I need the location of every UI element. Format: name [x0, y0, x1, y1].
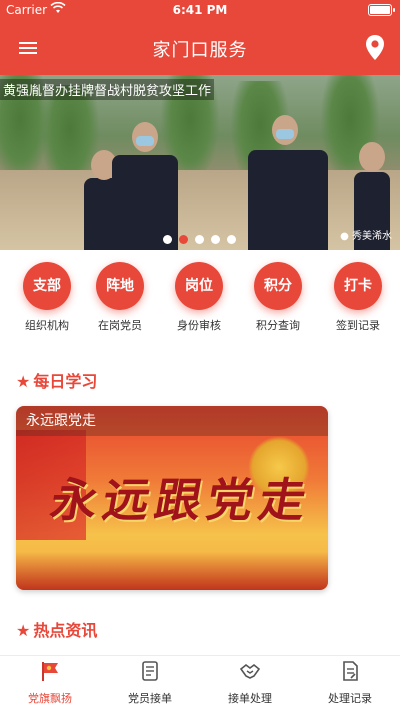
tab-label: 党员接单	[128, 692, 172, 705]
battery-icon	[368, 4, 395, 16]
banner-caption: 黄强胤督办挂牌督战村脱贫攻坚工作	[0, 79, 215, 100]
quick-actions: 支部 组织机构 阵地 在岗党员 岗位 身份审核 积分 积分查询 打卡 签到记录	[0, 250, 400, 340]
tab-label: 党旗飘扬	[28, 692, 72, 705]
quick-action-label: 签到记录	[336, 319, 380, 332]
hot-news-heading: ★ 热点资讯	[16, 617, 97, 641]
quick-action-label: 组织机构	[25, 319, 69, 332]
status-bar: Carrier 6:41 PM	[0, 0, 400, 22]
carousel-dot[interactable]	[179, 235, 188, 244]
section-title: 热点资讯	[33, 621, 98, 640]
bottom-tab-bar: 党旗飘扬 党员接单 接单处理 处理记录	[0, 655, 400, 711]
news-list-peek	[16, 646, 346, 652]
card-decoration	[16, 552, 328, 590]
carousel-dot[interactable]	[195, 235, 204, 244]
study-card[interactable]: 永远跟党走 永远跟党走	[16, 406, 328, 590]
quick-action-checkin[interactable]: 打卡 签到记录	[318, 262, 398, 333]
tab-label: 接单处理	[228, 692, 272, 705]
banner-photo-person	[248, 105, 328, 250]
app-header: Carrier 6:41 PM 家门口服务	[0, 0, 400, 75]
tab-records[interactable]: 处理记录	[300, 660, 400, 706]
page-title: 家门口服务	[152, 40, 248, 61]
watermark-text: 秀美浠水	[352, 231, 392, 242]
checkin-button[interactable]: 打卡	[334, 262, 382, 310]
carousel-dot[interactable]	[211, 235, 220, 244]
navbar: 家门口服务	[0, 22, 400, 75]
order-icon	[142, 661, 158, 681]
quick-action-branch[interactable]: 支部 组织机构	[7, 262, 87, 333]
news-banner[interactable]: 黄强胤督办挂牌督战村脱贫攻坚工作 ● 秀美浠水	[0, 75, 400, 250]
card-artwork-text: 永远跟党走	[46, 473, 317, 527]
daily-study-heading: ★ 每日学习	[16, 368, 97, 392]
post-button[interactable]: 岗位	[175, 262, 223, 310]
quick-action-position[interactable]: 阵地 在岗党员	[80, 262, 160, 333]
tab-party-flag[interactable]: 党旗飘扬	[0, 660, 100, 706]
quick-action-label: 在岗党员	[98, 319, 142, 332]
wechat-icon: ●	[340, 231, 349, 242]
quick-action-label: 积分查询	[256, 319, 300, 332]
tab-label: 处理记录	[328, 692, 372, 705]
position-button[interactable]: 阵地	[96, 262, 144, 310]
record-icon	[343, 661, 358, 681]
section-title: 每日学习	[33, 372, 98, 391]
carousel-dot[interactable]	[227, 235, 236, 244]
tab-order-handling[interactable]: 接单处理	[200, 660, 300, 706]
status-time: 6:41 PM	[172, 3, 228, 17]
banner-watermark: ● 秀美浠水	[340, 227, 392, 242]
quick-action-label: 身份审核	[177, 319, 221, 332]
handshake-icon	[239, 663, 261, 679]
quick-action-post[interactable]: 岗位 身份审核	[159, 262, 239, 333]
location-pin-icon[interactable]	[362, 33, 388, 63]
tab-member-orders[interactable]: 党员接单	[100, 660, 200, 706]
carousel-dot[interactable]	[163, 235, 172, 244]
card-title: 永远跟党走	[16, 406, 328, 436]
branch-button[interactable]: 支部	[23, 262, 71, 310]
carousel-indicator[interactable]	[163, 229, 243, 244]
star-icon: ★	[16, 372, 31, 391]
star-icon: ★	[16, 621, 31, 640]
points-button[interactable]: 积分	[254, 262, 302, 310]
party-flag-icon	[42, 662, 58, 681]
quick-action-points[interactable]: 积分 积分查询	[238, 262, 318, 333]
